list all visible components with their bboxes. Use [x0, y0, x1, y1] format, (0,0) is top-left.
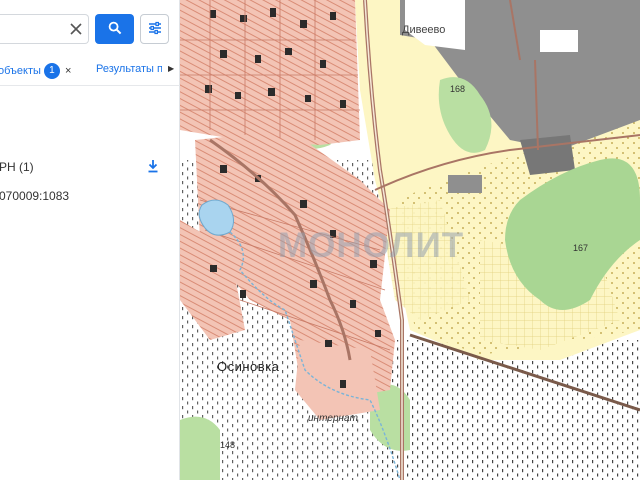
filter-icon: [148, 21, 162, 38]
tab-objects-label: объекты: [0, 65, 41, 77]
industrial-building: [540, 30, 578, 52]
settlement-north: [180, 0, 360, 145]
close-icon[interactable]: [68, 21, 84, 37]
meadow-area-south: [380, 340, 640, 480]
map-label-height: 167: [573, 243, 589, 253]
search-button[interactable]: [95, 14, 134, 44]
result-group-title[interactable]: РН (1): [0, 160, 34, 174]
download-icon[interactable]: [147, 159, 159, 173]
list-item-cadastral-number[interactable]: 070009:1083: [0, 189, 69, 203]
tab-objects[interactable]: объекты 1 ×: [0, 63, 71, 79]
chevron-right-icon[interactable]: ▶: [168, 64, 174, 73]
small-building: [448, 175, 482, 193]
map-label-height: 148: [220, 440, 236, 450]
filter-button[interactable]: [140, 14, 169, 44]
watermark: МОНОЛИТ: [278, 226, 465, 265]
results-tabs: объекты 1 × Результаты пс ▶: [0, 56, 180, 86]
side-panel: объекты 1 × Результаты пс ▶ РН (1) 07000…: [0, 0, 180, 480]
tab-close-icon[interactable]: ×: [65, 65, 71, 77]
map-label-village: Осиновка: [217, 359, 280, 374]
search-bar: [0, 14, 180, 44]
map-label-facility: интернат: [308, 413, 358, 424]
forest-southwest: [180, 416, 220, 480]
map-label-village: Дивеево: [402, 24, 446, 36]
map-view[interactable]: Дивеево 168 167 148 Осиновка интернат МО…: [180, 0, 640, 480]
count-badge: 1: [43, 63, 60, 79]
tab-search-results[interactable]: Результаты пс: [96, 63, 162, 75]
map-label-height: 168: [450, 84, 466, 94]
search-icon: [108, 21, 122, 38]
